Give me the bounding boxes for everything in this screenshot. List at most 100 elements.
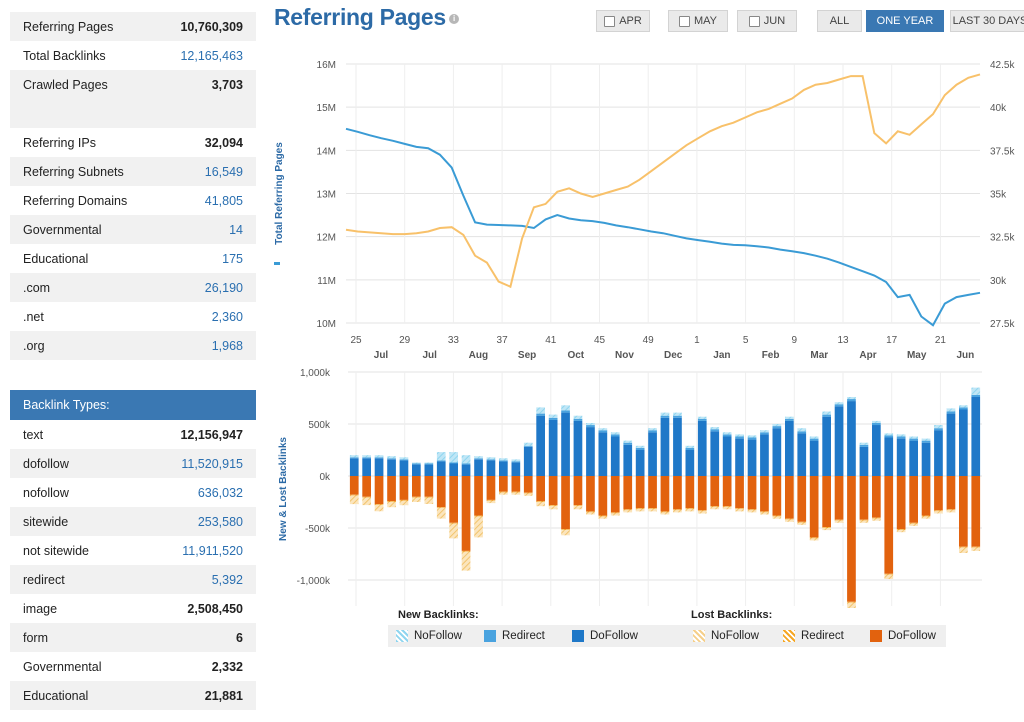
stat-value: 3,703 xyxy=(211,77,243,92)
bar-new-redirect xyxy=(946,411,956,414)
range-button-may[interactable]: MAY xyxy=(668,10,728,32)
bar-lost-dofollow xyxy=(710,476,720,507)
range-button-all[interactable]: ALL xyxy=(817,10,862,32)
bar-new-redirect xyxy=(399,459,409,461)
bar-new-redirect xyxy=(486,459,496,461)
x-month-label: Jun xyxy=(957,350,975,361)
range-button-one-year[interactable]: ONE YEAR xyxy=(866,10,944,32)
checkbox-icon[interactable] xyxy=(678,15,690,27)
stat-label: Referring Domains xyxy=(23,193,128,208)
stat-value[interactable]: 26,190 xyxy=(205,281,243,295)
checkbox-icon[interactable] xyxy=(748,15,760,27)
bar-new-dofollow xyxy=(523,446,533,476)
range-button-last-30-days[interactable]: LAST 30 DAYS xyxy=(950,10,1024,32)
bar-new-dofollow xyxy=(387,459,396,476)
y2-tick-label: 30k xyxy=(990,276,1007,287)
bar-new-nofollow xyxy=(896,434,906,437)
bar-new-dofollow xyxy=(921,442,931,476)
stat-row: not sitewide 11,911,520 xyxy=(10,536,256,565)
x-month-label: May xyxy=(907,350,927,361)
bar-lost-nofollow xyxy=(610,513,620,516)
bar-new-nofollow xyxy=(648,428,657,431)
x-week-label: 17 xyxy=(886,335,898,346)
bar-new-dofollow xyxy=(349,458,359,476)
stat-value[interactable]: 175 xyxy=(222,252,243,266)
stat-value[interactable]: 41,805 xyxy=(205,194,243,208)
bar-lost-dofollow xyxy=(872,476,881,518)
legend-item-lost-redirect[interactable]: Redirect xyxy=(783,625,844,647)
bar-lost-dofollow xyxy=(499,476,508,492)
stat-value[interactable]: 16,549 xyxy=(205,165,243,179)
bar-new-nofollow xyxy=(387,456,396,459)
y-tick-label: 16M xyxy=(317,60,336,71)
bar-new-dofollow xyxy=(648,432,657,476)
bar-lost-nofollow xyxy=(387,502,396,508)
bar-lost-dofollow xyxy=(399,476,409,500)
bar-new-dofollow xyxy=(536,415,545,476)
bar-lost-redirect xyxy=(809,537,819,539)
stat-row: .org 1,968 xyxy=(10,331,256,360)
bar-lost-redirect xyxy=(362,496,371,498)
stat-value[interactable]: 12,165,463 xyxy=(180,49,243,63)
bar-new-nofollow xyxy=(412,462,421,464)
bar-lost-redirect xyxy=(499,491,508,493)
bar-new-dofollow xyxy=(461,464,471,476)
bar-lost-dofollow xyxy=(722,476,732,507)
stat-value[interactable]: 1,968 xyxy=(212,339,243,353)
legend-item-new-dofollow[interactable]: DoFollow xyxy=(572,625,638,647)
stat-value[interactable]: 11,520,915 xyxy=(181,457,243,471)
bar-new-redirect xyxy=(635,447,645,450)
bar-new-nofollow xyxy=(586,423,595,426)
checkbox-icon[interactable] xyxy=(604,15,616,27)
y-axis-title-group: New & Lost Backlinks xyxy=(278,437,289,541)
bar-new-dofollow xyxy=(809,440,819,476)
y-axis-title-group: Total Referring Pages xyxy=(274,142,285,245)
bar-new-nofollow xyxy=(921,438,931,441)
bar-lost-dofollow xyxy=(760,476,769,512)
info-icon[interactable]: i xyxy=(448,13,459,24)
bar-new-redirect xyxy=(797,431,807,434)
bar-lost-nofollow xyxy=(710,507,720,510)
bar-lost-dofollow xyxy=(548,476,558,506)
bar-new-dofollow xyxy=(424,464,434,476)
bar-lost-nofollow xyxy=(934,511,943,514)
bar-lost-nofollow xyxy=(424,497,434,504)
bar-lost-dofollow xyxy=(536,476,545,501)
bar-new-redirect xyxy=(934,428,943,431)
bar-lost-nofollow xyxy=(722,507,732,510)
stat-value[interactable]: 5,392 xyxy=(212,573,243,587)
bar-new-redirect xyxy=(809,438,819,441)
legend-label: NoFollow xyxy=(711,630,759,642)
bar-lost-redirect xyxy=(536,501,545,502)
legend-item-lost-nofollow[interactable]: NoFollow xyxy=(693,625,759,647)
bar-new-redirect xyxy=(461,463,471,465)
stat-value[interactable]: 636,032 xyxy=(198,486,243,500)
bar-lost-dofollow xyxy=(349,476,359,495)
bar-new-nofollow xyxy=(461,455,471,464)
stat-value[interactable]: 14 xyxy=(229,223,243,237)
series-line-secondary xyxy=(345,73,981,289)
stat-value[interactable]: 2,360 xyxy=(212,310,243,324)
bar-lost-redirect xyxy=(735,508,744,510)
bar-new-redirect xyxy=(374,457,384,459)
stat-value[interactable]: 253,580 xyxy=(198,515,243,529)
x-week-label: 29 xyxy=(399,335,411,346)
stat-label: .net xyxy=(23,309,44,324)
bar-lost-redirect xyxy=(523,492,533,494)
legend-item-new-nofollow[interactable]: NoFollow xyxy=(396,625,462,647)
bar-lost-nofollow xyxy=(834,520,844,523)
stat-row: redirect 5,392 xyxy=(10,565,256,594)
range-button-jun[interactable]: JUN xyxy=(737,10,797,32)
legend-item-lost-dofollow[interactable]: DoFollow xyxy=(870,625,936,647)
bar-new-nofollow xyxy=(685,445,695,448)
bar-lost-redirect xyxy=(648,508,657,510)
legend-item-new-redirect[interactable]: Redirect xyxy=(484,625,545,647)
stat-value[interactable]: 11,911,520 xyxy=(182,544,243,558)
bar-lost-redirect xyxy=(449,522,458,524)
bar-lost-nofollow xyxy=(673,510,682,513)
bar-new-redirect xyxy=(884,435,894,438)
stat-value: 2,508,450 xyxy=(187,601,243,616)
x-week-label: 25 xyxy=(350,335,362,346)
bar-new-nofollow xyxy=(573,415,583,419)
range-button-apr[interactable]: APR xyxy=(596,10,650,32)
